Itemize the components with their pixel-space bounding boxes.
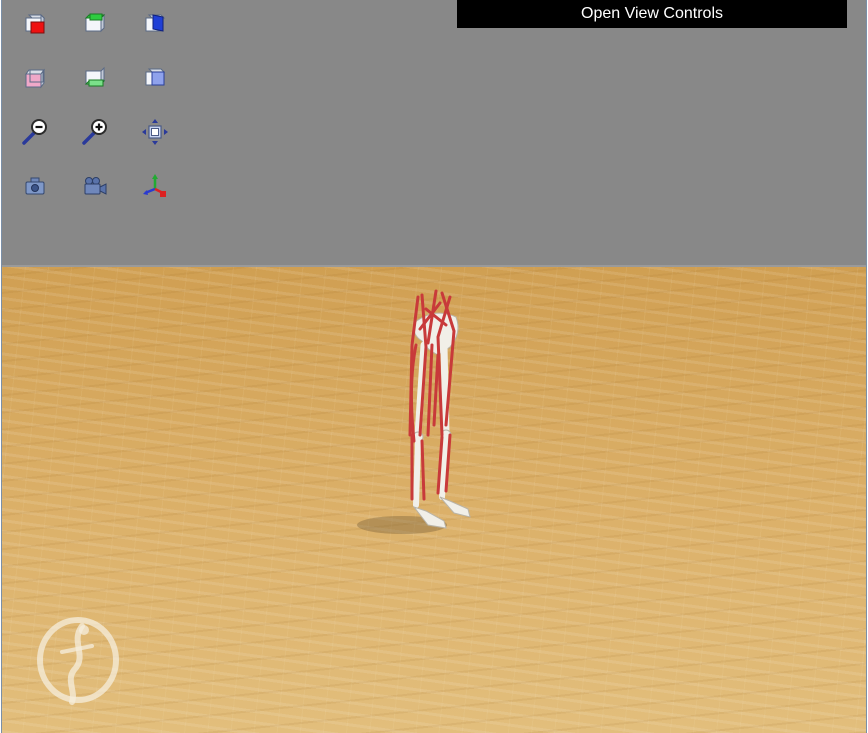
3d-viewport[interactable]: Open View Controls — [1, 0, 867, 733]
zoom-out-button[interactable] — [20, 117, 50, 147]
cube-light-green-face-icon — [84, 66, 106, 87]
record-video-button[interactable] — [80, 171, 110, 201]
cube-light-blue-face-icon — [145, 68, 166, 86]
cube-blue-face-icon — [145, 14, 166, 32]
cube-pink-face-icon — [25, 68, 45, 89]
video-camera-icon — [84, 177, 107, 195]
open-view-controls-label: Open View Controls — [581, 5, 723, 22]
right-foot — [439, 496, 471, 518]
snapshot-button[interactable] — [20, 171, 50, 201]
toggle-axes-button[interactable] — [140, 171, 170, 201]
open-view-controls-button[interactable]: Open View Controls — [457, 0, 847, 28]
watermark-logo — [37, 617, 119, 705]
view-front-button[interactable] — [20, 9, 50, 39]
camera-icon — [25, 177, 45, 195]
background-sky — [2, 0, 866, 266]
cube-red-face-icon — [25, 13, 46, 34]
view-side-button[interactable] — [140, 9, 170, 39]
axes-icon — [143, 174, 166, 197]
zoom-out-icon — [22, 119, 47, 145]
view-back-button[interactable] — [20, 63, 50, 93]
fit-to-view-icon — [142, 119, 168, 145]
musculoskeletal-model[interactable] — [342, 285, 502, 550]
left-tibia — [413, 438, 421, 508]
cube-green-face-icon — [84, 13, 106, 33]
zoom-in-icon — [82, 119, 107, 145]
fit-to-view-button[interactable] — [140, 117, 170, 147]
view-top-button[interactable] — [80, 9, 110, 39]
view-other-side-button[interactable] — [140, 63, 170, 93]
zoom-in-button[interactable] — [80, 117, 110, 147]
horizon-line — [2, 265, 866, 267]
view-bottom-button[interactable] — [80, 63, 110, 93]
